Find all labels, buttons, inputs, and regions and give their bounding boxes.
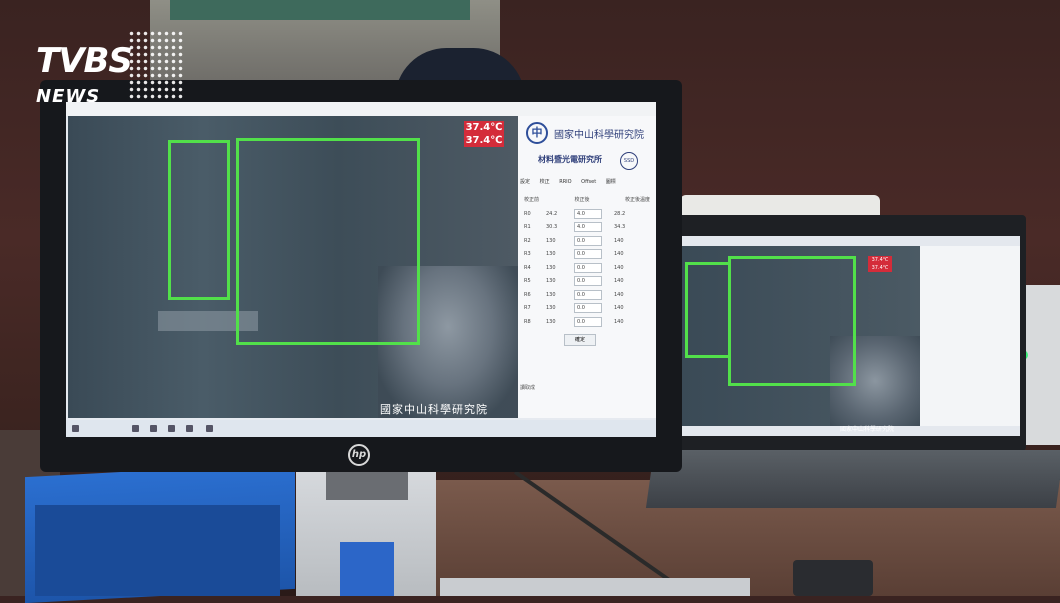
temp-reading-2: 37.4℃ [465,135,503,146]
laptop-thermal-feed: 37.4℃ 37.4℃ 國家中山科學研究院 [680,246,920,433]
monitor-stand-neck [326,470,408,500]
row-after-value: 28.2 [614,210,626,217]
row-before-value: 130 [546,305,556,312]
tvbs-news-label: NEWS [36,86,101,107]
table-row: R1 30.3 4.0 34.3 [524,221,650,235]
row-before-value: 130 [546,264,556,271]
table-row: R0 24.2 4.0 28.2 [524,207,650,221]
laptop-temp-reading-2: 37.4℃ [871,265,889,271]
window-titlebar [66,102,656,116]
thermal-camera-feed: 37.4℃ 37.4℃ 國家中山科學研究院 [68,116,518,418]
col-after-temp: 校正後溫度 [624,197,650,203]
row-after-value: 140 [614,318,624,325]
detection-box-2 [236,138,420,345]
table-row: R4 130 0.0 140 [524,261,650,275]
row-after-value: 140 [614,237,624,244]
org-logo-icon: 中 [526,122,548,144]
laptop-side-panel [920,246,1020,426]
row-label: R0 [524,210,531,217]
table-row: R3 130 0.0 140 [524,248,650,262]
col-after: 校正後 [574,197,590,203]
table-row: R2 130 0.0 140 [524,234,650,248]
detection-box-1 [168,140,230,300]
row-before-value: 130 [546,318,556,325]
row-offset-input[interactable]: 0.0 [574,303,602,314]
laptop-keyboard [645,450,1060,508]
tab-rrio[interactable]: RRIO [559,179,571,185]
row-offset-input[interactable]: 0.0 [574,235,602,246]
table-row: R6 130 0.0 140 [524,288,650,302]
row-after-value: 34.3 [614,224,626,231]
confirm-button[interactable]: 確定 [564,334,596,346]
row-offset-input[interactable]: 0.0 [574,262,602,273]
row-after-value: 140 [614,305,624,312]
row-offset-input[interactable]: 4.0 [574,222,602,233]
row-offset-input[interactable]: 0.0 [574,276,602,287]
row-after-value: 140 [614,264,624,271]
laptop-detection-box-2 [728,256,856,386]
hp-logo: hp [348,444,370,466]
row-label: R4 [524,264,531,271]
row-before-value: 130 [546,278,556,285]
row-label: R5 [524,278,531,285]
row-label: R1 [524,224,531,231]
laptop-screen: 37.4℃ 37.4℃ 國家中山科學研究院 [680,236,1020,436]
row-after-value: 140 [614,251,624,258]
folder-icon[interactable] [168,425,175,432]
table-row: R8 130 0.0 140 [524,315,650,329]
taskbar [66,420,656,437]
tvbs-logo-dots [128,30,184,100]
binder-edge [35,505,280,596]
row-offset-input[interactable]: 4.0 [574,208,602,219]
calibration-table: 校正前 校正後 校正後溫度 R0 24.2 4.0 28.2 R1 30.3 4.0 34.3… [524,196,650,329]
foreground-object [793,560,873,596]
foreground-bar [440,578,750,596]
row-label: R7 [524,305,531,312]
wall-top-inner [170,0,470,20]
row-after-value: 140 [614,291,624,298]
tab-offset[interactable]: Offset [581,179,596,185]
row-label: R8 [524,318,531,325]
tab-icons[interactable]: 圖標 [606,179,616,185]
row-before-value: 130 [546,291,556,298]
tvbs-logo: TVBS [36,41,133,81]
temp-reading-1: 37.4℃ [465,122,503,133]
laptop-temperature-tag: 37.4℃ 37.4℃ [868,256,892,272]
dept-name: 材料暨光電研究所 [538,155,602,164]
calibration-panel: 中 國家中山科學研究院 材料暨光電研究所 SSD 設定 校正 RRIO Offs… [518,116,656,418]
row-label: R2 [524,237,531,244]
row-label: R3 [524,251,531,258]
status-text: 讀取成 [520,385,536,391]
laptop-detection-box-1 [685,262,731,358]
taskbar-app-icon[interactable] [132,425,139,432]
store-icon[interactable] [186,425,193,432]
temperature-tag: 37.4℃ 37.4℃ [464,121,504,147]
table-row: R7 130 0.0 140 [524,302,650,316]
start-icon[interactable] [72,425,79,432]
row-offset-input[interactable]: 0.0 [574,289,602,300]
row-before-value: 24.2 [546,210,558,217]
col-before: 校正前 [524,197,540,203]
monitor-screen: 37.4℃ 37.4℃ 國家中山科學研究院 中 國家中山科學研究院 材料暨光電研… [66,102,656,437]
browser-icon[interactable] [150,425,157,432]
row-before-value: 30.3 [546,224,558,231]
laptop-temp-reading-1: 37.4℃ [871,257,889,263]
dept-badge: SSD [620,152,638,170]
row-offset-input[interactable]: 0.0 [574,316,602,327]
tab-settings[interactable]: 設定 [520,179,530,185]
feed-caption: 國家中山科學研究院 [380,403,488,416]
row-label: R6 [524,291,531,298]
tab-calibrate[interactable]: 校正 [540,179,550,185]
row-offset-input[interactable]: 0.0 [574,249,602,260]
app-icon[interactable] [206,425,213,432]
panel-tabs: 設定 校正 RRIO Offset 圖標 [520,178,654,185]
stand-cable-slot [340,542,394,596]
org-name: 國家中山科學研究院 [554,130,644,141]
laptop-caption: 國家中山科學研究院 [840,426,895,433]
table-header: 校正前 校正後 校正後溫度 [524,196,650,203]
row-before-value: 130 [546,251,556,258]
table-row: R5 130 0.0 140 [524,275,650,289]
row-before-value: 130 [546,237,556,244]
row-after-value: 140 [614,278,624,285]
